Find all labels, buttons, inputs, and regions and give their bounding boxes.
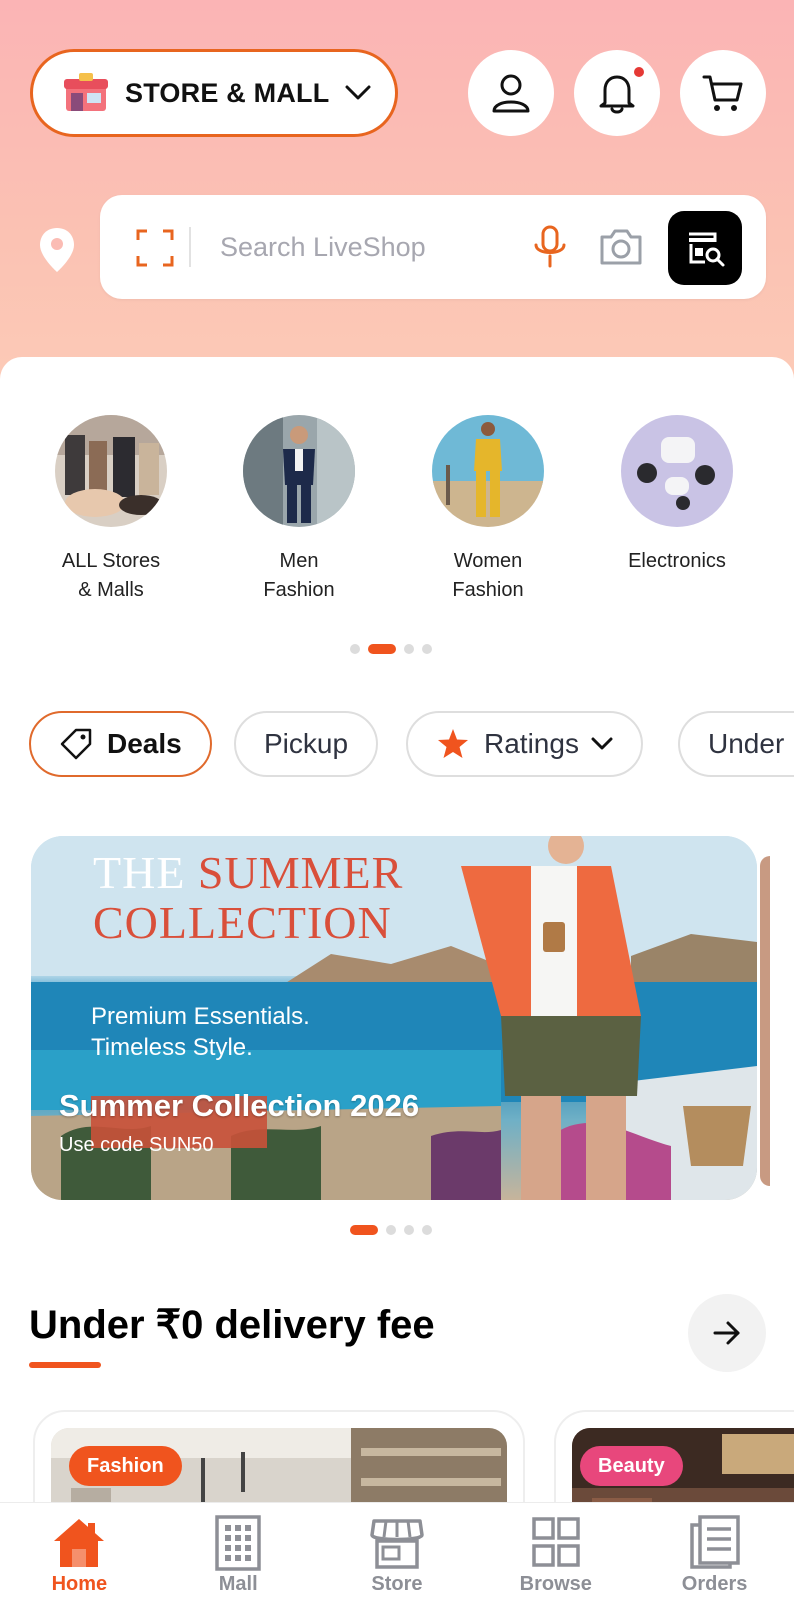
category-image-electronics (621, 415, 733, 527)
category-label: Electronics (628, 550, 726, 572)
page-dot (404, 644, 414, 654)
home-icon (54, 1519, 105, 1567)
nav-home[interactable]: Home (0, 1503, 159, 1600)
building-icon (215, 1515, 261, 1571)
banner-page-indicator (350, 1225, 432, 1235)
search-divider (189, 227, 191, 267)
banner-title: THE SUMMER COLLECTION (93, 848, 403, 948)
category-image-women-fashion (432, 415, 544, 527)
page-dot (422, 644, 432, 654)
profile-button[interactable] (468, 50, 554, 136)
cart-icon (702, 75, 743, 111)
category-image-men-fashion (243, 415, 355, 527)
category-image-all-stores (55, 415, 167, 527)
scan-icon[interactable] (136, 229, 174, 267)
search-button[interactable] (668, 211, 742, 285)
page-dot-active (350, 1225, 378, 1235)
microphone-icon[interactable] (530, 225, 570, 269)
filter-chip-pickup[interactable]: Pickup (234, 711, 379, 777)
banner-title-line2: COLLECTION (93, 897, 392, 948)
nav-label: Mall (218, 1573, 258, 1595)
banner-subtitle-line: Timeless Style. (91, 1034, 253, 1061)
banner-promo-code: Use code SUN50 (59, 1134, 214, 1156)
filter-label: Pickup (264, 728, 349, 759)
nav-label: Home (51, 1573, 108, 1595)
store-icon (64, 73, 108, 111)
chevron-down-icon (345, 85, 371, 100)
search-bar[interactable] (100, 195, 766, 299)
category-label: Men Fashion (263, 550, 335, 601)
nav-label: Store (371, 1573, 423, 1595)
user-icon (492, 74, 530, 113)
banner-title-word: SUMMER (197, 847, 404, 898)
page-dot (350, 644, 360, 654)
nav-label: Orders (681, 1573, 748, 1595)
store-mall-label: STORE & MALL (125, 77, 330, 108)
category-electronics[interactable]: Electronics (582, 415, 772, 576)
section-underline (29, 1362, 101, 1368)
nav-browse[interactable]: Browse (476, 1503, 635, 1600)
filter-chip-deals[interactable]: Deals (29, 711, 212, 777)
bell-icon (599, 75, 635, 114)
filter-label: Ratings (484, 728, 579, 759)
nav-label: Browse (519, 1573, 592, 1595)
category-label: Women Fashion (452, 550, 524, 601)
nav-mall[interactable]: Mall (159, 1503, 318, 1600)
category-men-fashion[interactable]: Men Fashion (204, 415, 394, 605)
page-dot-active (368, 644, 396, 654)
filter-label: Deals (107, 728, 182, 759)
camera-icon[interactable] (598, 227, 644, 267)
grid-icon (532, 1517, 580, 1567)
nav-orders[interactable]: Orders (635, 1503, 794, 1600)
bottom-navigation: Home Mall Store Browse Orders (0, 1502, 794, 1600)
notification-badge (634, 67, 644, 77)
category-carousel: ALL Stores & Malls Men Fashion Women Fas… (0, 415, 794, 605)
section-title: Under ₹0 delivery fee (29, 1303, 435, 1347)
store-category-badge: Beauty (580, 1446, 683, 1486)
category-all-stores[interactable]: ALL Stores & Malls (16, 415, 206, 605)
category-page-indicator (350, 644, 432, 654)
see-all-button[interactable] (688, 1294, 766, 1372)
store-mall-selector[interactable]: STORE & MALL (30, 49, 398, 137)
filter-label: Under (708, 728, 785, 759)
banner-title-word: THE (93, 847, 186, 898)
page-dot (422, 1225, 432, 1235)
orders-icon (689, 1515, 740, 1569)
category-label: ALL Stores & Malls (61, 550, 161, 601)
star-icon (438, 729, 468, 758)
store-category-badge: Fashion (69, 1446, 182, 1486)
page-dot (404, 1225, 414, 1235)
cart-button[interactable] (680, 50, 766, 136)
banner-subtitle-line: Premium Essentials. (91, 1003, 310, 1030)
filter-chip-ratings[interactable]: Ratings (406, 711, 643, 777)
chevron-down-icon (591, 737, 613, 750)
arrow-right-icon (713, 1321, 740, 1345)
nav-store[interactable]: Store (318, 1503, 477, 1600)
tag-icon (60, 728, 92, 760)
filter-chip-under[interactable]: Under (678, 711, 794, 777)
storefront-icon (370, 1519, 424, 1569)
banner-subtitle: Premium Essentials. Timeless Style. (91, 1001, 310, 1063)
next-banner-peek[interactable] (760, 856, 770, 1186)
store-search-icon (689, 232, 725, 267)
location-pin-icon[interactable] (38, 226, 76, 274)
notifications-button[interactable] (574, 50, 660, 136)
search-input[interactable] (220, 225, 520, 269)
promo-banner[interactable]: THE SUMMER COLLECTION Premium Essentials… (31, 836, 757, 1200)
category-women-fashion[interactable]: Women Fashion (393, 415, 583, 605)
page-dot (386, 1225, 396, 1235)
banner-headline: Summer Collection 2026 (59, 1088, 420, 1123)
